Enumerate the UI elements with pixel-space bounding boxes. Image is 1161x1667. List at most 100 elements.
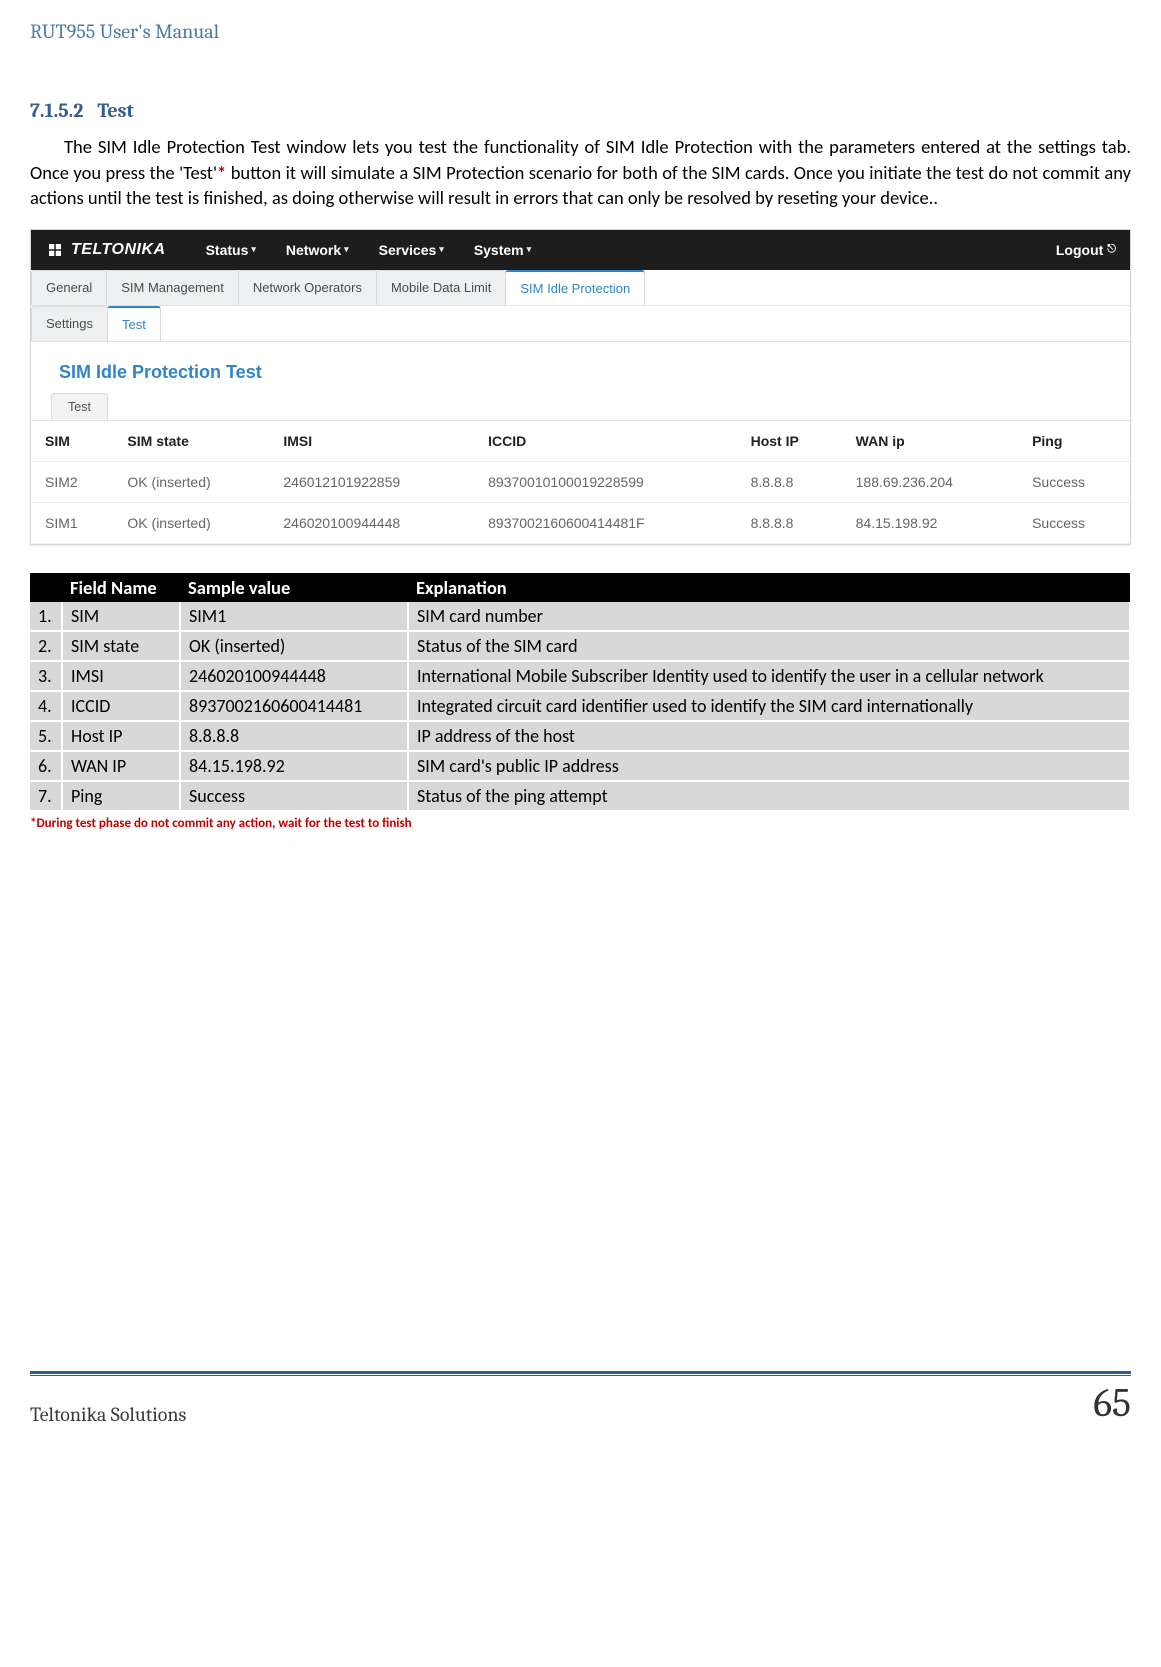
cell-imsi: 246012101922859 (269, 461, 474, 502)
cell-field: ICCID (62, 691, 180, 721)
cell-exp: International Mobile Subscriber Identity… (408, 661, 1130, 691)
main-tabs: General SIM Management Network Operators… (31, 270, 1130, 306)
explain-row: 2. SIM state OK (inserted) Status of the… (30, 631, 1130, 661)
cell-sim: SIM2 (31, 461, 113, 502)
cell-field: Host IP (62, 721, 180, 751)
col-index (30, 573, 62, 602)
page-number: 65 (1093, 1378, 1131, 1426)
cell-exp: Integrated circuit card identifier used … (408, 691, 1130, 721)
cell-iccid: 8937002160600414481F (474, 502, 736, 543)
minitab-test[interactable]: Test (51, 393, 108, 420)
cell-field: SIM (62, 602, 180, 631)
cell-wan: 84.15.198.92 (842, 502, 1018, 543)
subtab-settings[interactable]: Settings (31, 306, 108, 341)
cell-sample: SIM1 (180, 602, 408, 631)
nav-network[interactable]: Network▾ (286, 242, 349, 258)
cell-index: 5. (30, 721, 62, 751)
nav-status[interactable]: Status▾ (206, 242, 256, 258)
nav-label: Network (286, 242, 341, 258)
col-ping: Ping (1018, 421, 1130, 462)
cell-exp: IP address of the host (408, 721, 1130, 751)
cell-sample: OK (inserted) (180, 631, 408, 661)
intro-paragraph: The SIM Idle Protection Test window lets… (30, 134, 1131, 211)
col-explanation: Explanation (408, 573, 1130, 602)
cell-field: Ping (62, 781, 180, 811)
table-row: SIM1 OK (inserted) 246020100944448 89370… (31, 502, 1130, 543)
cell-host: 8.8.8.8 (737, 461, 842, 502)
cell-exp: Status of the ping attempt (408, 781, 1130, 811)
explain-row: 4. ICCID 8937002160600414481 Integrated … (30, 691, 1130, 721)
cell-wan: 188.69.236.204 (842, 461, 1018, 502)
col-iccid: ICCID (474, 421, 736, 462)
logout-label: Logout (1056, 242, 1103, 258)
cell-iccid: 89370010100019228599 (474, 461, 736, 502)
doc-header: RUT955 User's Manual (30, 20, 1131, 49)
cell-sample: 8937002160600414481 (180, 691, 408, 721)
tab-sim-idle-protection[interactable]: SIM Idle Protection (505, 270, 645, 305)
asterisk: * (217, 161, 226, 184)
col-field-name: Field Name (62, 573, 180, 602)
cell-exp: SIM card's public IP address (408, 751, 1130, 781)
cell-state: OK (inserted) (113, 502, 269, 543)
logout-button[interactable]: Logout ⎋ (1056, 242, 1116, 258)
explain-row: 3. IMSI 246020100944448 International Mo… (30, 661, 1130, 691)
nav-services[interactable]: Services▾ (379, 242, 444, 258)
explanation-table: Field Name Sample value Explanation 1. S… (30, 573, 1131, 812)
cell-state: OK (inserted) (113, 461, 269, 502)
col-sample-value: Sample value (180, 573, 408, 602)
panel-title: SIM Idle Protection Test (31, 342, 1130, 393)
col-sim-state: SIM state (113, 421, 269, 462)
cell-sample: 246020100944448 (180, 661, 408, 691)
cell-exp: Status of the SIM card (408, 631, 1130, 661)
cell-ping: Success (1018, 461, 1130, 502)
table-row: SIM2 OK (inserted) 246012101922859 89370… (31, 461, 1130, 502)
nav-system[interactable]: System▾ (474, 242, 531, 258)
section-title-text: Test (97, 99, 133, 122)
cell-sim: SIM1 (31, 502, 113, 543)
col-sim: SIM (31, 421, 113, 462)
explain-row: 7. Ping Success Status of the ping attem… (30, 781, 1130, 811)
nav-label: Services (379, 242, 437, 258)
brand-icon (45, 240, 65, 260)
explain-row: 6. WAN IP 84.15.198.92 SIM card's public… (30, 751, 1130, 781)
tab-network-operators[interactable]: Network Operators (238, 270, 377, 305)
nav-label: Status (206, 242, 249, 258)
chevron-down-icon: ▾ (344, 244, 349, 255)
explain-row: 1. SIM SIM1 SIM card number (30, 602, 1130, 631)
cell-index: 1. (30, 602, 62, 631)
footer-left: Teltonika Solutions (30, 1395, 186, 1426)
cell-index: 2. (30, 631, 62, 661)
cell-field: WAN IP (62, 751, 180, 781)
col-imsi: IMSI (269, 421, 474, 462)
chevron-down-icon: ▾ (439, 244, 444, 255)
cell-field: SIM state (62, 631, 180, 661)
results-table: SIM SIM state IMSI ICCID Host IP WAN ip … (31, 421, 1130, 544)
explain-row: 5. Host IP 8.8.8.8 IP address of the hos… (30, 721, 1130, 751)
cell-field: IMSI (62, 661, 180, 691)
chevron-down-icon: ▾ (251, 244, 256, 255)
tab-mobile-data-limit[interactable]: Mobile Data Limit (376, 270, 506, 305)
mini-tabs: Test (31, 393, 1130, 421)
top-nav: Status▾ Network▾ Services▾ System▾ (206, 242, 1056, 258)
tab-sim-management[interactable]: SIM Management (106, 270, 239, 305)
top-bar: TELTONIKA Status▾ Network▾ Services▾ Sys… (31, 230, 1130, 270)
chevron-down-icon: ▾ (527, 244, 532, 255)
subtab-test[interactable]: Test (107, 306, 161, 341)
table-header-row: SIM SIM state IMSI ICCID Host IP WAN ip … (31, 421, 1130, 462)
nav-label: System (474, 242, 524, 258)
cell-host: 8.8.8.8 (737, 502, 842, 543)
tab-general[interactable]: General (31, 270, 107, 305)
cell-sample: 8.8.8.8 (180, 721, 408, 751)
section-number: 7.1.5.2 (30, 99, 83, 122)
cell-exp: SIM card number (408, 602, 1130, 631)
brand-logo[interactable]: TELTONIKA (45, 240, 166, 260)
logout-icon: ⎋ (1107, 243, 1116, 256)
cell-sample: Success (180, 781, 408, 811)
cell-imsi: 246020100944448 (269, 502, 474, 543)
explain-header-row: Field Name Sample value Explanation (30, 573, 1130, 602)
sub-tabs: Settings Test (31, 306, 1130, 342)
screenshot-panel: TELTONIKA Status▾ Network▾ Services▾ Sys… (30, 229, 1131, 545)
cell-ping: Success (1018, 502, 1130, 543)
col-host-ip: Host IP (737, 421, 842, 462)
cell-index: 6. (30, 751, 62, 781)
